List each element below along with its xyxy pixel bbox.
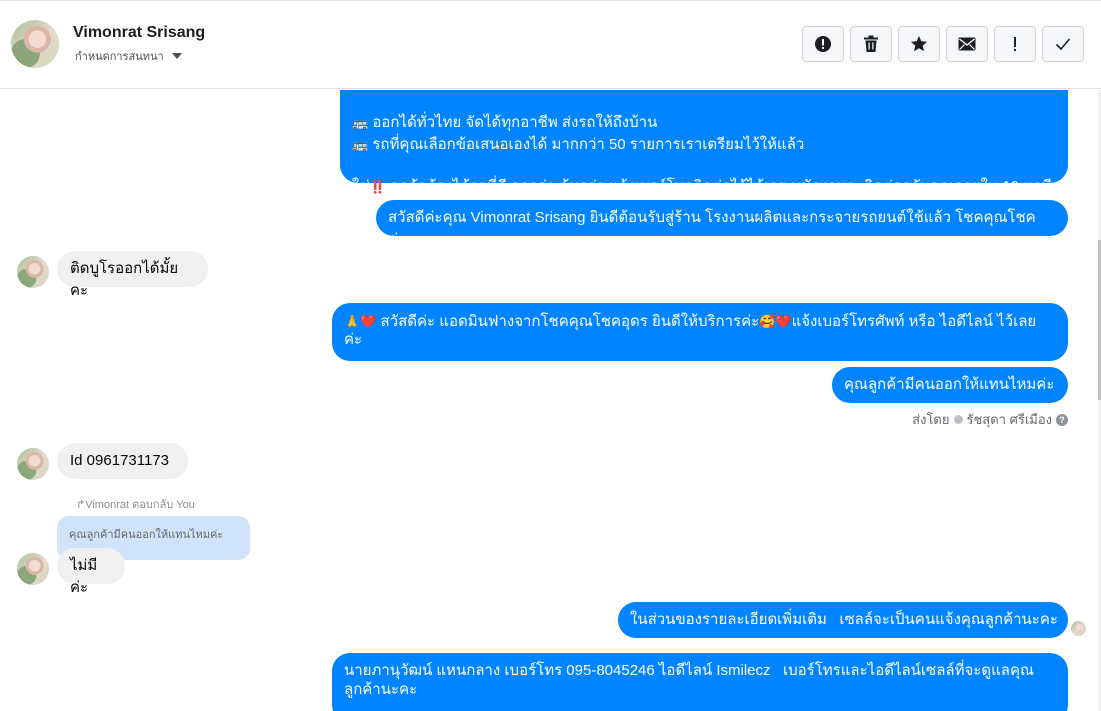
- help-icon[interactable]: ?: [1056, 413, 1068, 426]
- contact-avatar-small[interactable]: [17, 553, 49, 585]
- outgoing-message[interactable]: คุณลูกค้ามีคนออกให้แทนไหมค่ะ: [832, 367, 1068, 403]
- quoted-text: คุณลูกค้ามีคนออกให้แทนไหมค่ะ: [69, 529, 224, 541]
- message-text: ไม่มีค่ะ: [70, 557, 98, 596]
- trash-icon: [864, 35, 878, 52]
- alarm-icon: ‼️: [369, 179, 386, 194]
- check-icon: [1055, 38, 1071, 51]
- follow-up-button[interactable]: [994, 26, 1036, 62]
- contact-name[interactable]: Vimonrat Srisang: [73, 24, 205, 42]
- message-text: ออกได้ทั่วไทย จัดได้ทุกอาชีพ ส่งรถให้ถึง…: [372, 114, 658, 131]
- message-text: ใช่: [352, 178, 370, 195]
- delete-button[interactable]: [850, 26, 892, 62]
- outgoing-message[interactable]: นายภานุวัฒน์ แหนกลาง เบอร์โทร 095-804524…: [332, 653, 1068, 711]
- reply-label: ↱Vimonrat ตอบกลับ You: [76, 499, 195, 511]
- sent-by-prefix: ส่งโดย: [912, 412, 950, 427]
- contact-avatar-small[interactable]: [17, 256, 49, 288]
- sent-by-label: ส่งโดย รัชสุดา ศรีเมือง ?: [912, 409, 1068, 430]
- outgoing-message[interactable]: ในส่วนของรายละเอียดเพิ่มเติม เซลล์จะเป็น…: [618, 602, 1068, 638]
- sender-name[interactable]: รัชสุดา ศรีเมือง: [967, 409, 1053, 430]
- message-text: คุณลูกค้ามีคนออกให้แทนไหมค่ะ: [844, 376, 1055, 393]
- message-text: แจ้งเบอร์โทรศัพท์ หรือ ไอดีไลน์ ไว้เลย: [791, 313, 1037, 330]
- conversation-label-text: กำหนดการสนทนา: [75, 51, 164, 63]
- star-icon: [911, 36, 927, 52]
- pray-icon: 🙏: [344, 314, 361, 329]
- incoming-message[interactable]: ไม่มีค่ะ: [57, 548, 125, 596]
- incoming-message[interactable]: Id 0961731173: [57, 443, 188, 479]
- heart-icon: ❤️: [775, 314, 792, 329]
- contact-avatar-small[interactable]: [17, 448, 49, 480]
- contact-avatar[interactable]: [11, 20, 59, 68]
- message-text: สวัสดีค่ะคุณ Vimonrat Srisang ยินดีต้อนร…: [388, 209, 1036, 248]
- mail-icon: [958, 37, 976, 51]
- report-icon: [815, 36, 831, 52]
- message-text: ติดบูโรออกได้มั้ยคะ: [70, 260, 179, 299]
- message-text: ลูกค้าต้องได้รถที่ดี ถูกกว่า คุ้มกว่า แจ…: [389, 178, 1052, 195]
- message-text: ในส่วนของรายละเอียดเพิ่มเติม เซลล์จะเป็น…: [630, 611, 1058, 628]
- bus-icon: 🚌: [352, 115, 369, 130]
- message-text: รถที่คุณเลือกข้อเสนอเองได้ มากกว่า 50 รา…: [372, 136, 805, 153]
- outgoing-message[interactable]: 🙏❤️ สวัสดีค่ะ แอดมินฟางจากโชคคุณโชคอุดร …: [332, 303, 1068, 361]
- mark-done-button[interactable]: [1042, 26, 1084, 62]
- message-text: Id 0961731173: [70, 452, 169, 469]
- star-button[interactable]: [898, 26, 940, 62]
- mark-unread-button[interactable]: [946, 26, 988, 62]
- incoming-message[interactable]: ติดบูโรออกได้มั้ยคะ: [57, 251, 208, 299]
- outgoing-message[interactable]: สวัสดีค่ะคุณ Vimonrat Srisang ยินดีต้อนร…: [376, 200, 1068, 248]
- bus-icon: 🚌: [352, 137, 369, 152]
- conversation-thread[interactable]: 🚌 ออกได้ทั่วไทย จัดได้ทุกอาชีพ ส่งรถให้ถ…: [0, 90, 1101, 711]
- message-text: ลูกค้านะคะ: [344, 681, 418, 698]
- exclamation-icon: [1014, 37, 1016, 51]
- conversation-label-dropdown[interactable]: กำหนดการสนทนา: [75, 47, 182, 65]
- message-text: สวัสดีค่ะ แอดมินฟางจากโชคคุณโชคอุดร ยินด…: [380, 313, 760, 330]
- seen-by-avatar: [1071, 621, 1086, 636]
- report-spam-button[interactable]: [802, 26, 844, 62]
- outgoing-message[interactable]: 🚌 ออกได้ทั่วไทย จัดได้ทุกอาชีพ ส่งรถให้ถ…: [340, 90, 1068, 195]
- chevron-down-icon: [171, 53, 182, 59]
- heart-icon: ❤️: [360, 314, 377, 329]
- sender-status-icon: [953, 415, 963, 424]
- conversation-toolbar: [802, 26, 1084, 62]
- love-face-icon: 🥰: [759, 314, 776, 329]
- top-divider: [0, 0, 1101, 1]
- conversation-header: Vimonrat Srisang กำหนดการสนทนา: [0, 0, 1101, 89]
- message-text: นายภานุวัฒน์ แหนกลาง เบอร์โทร 095-804524…: [344, 662, 1034, 679]
